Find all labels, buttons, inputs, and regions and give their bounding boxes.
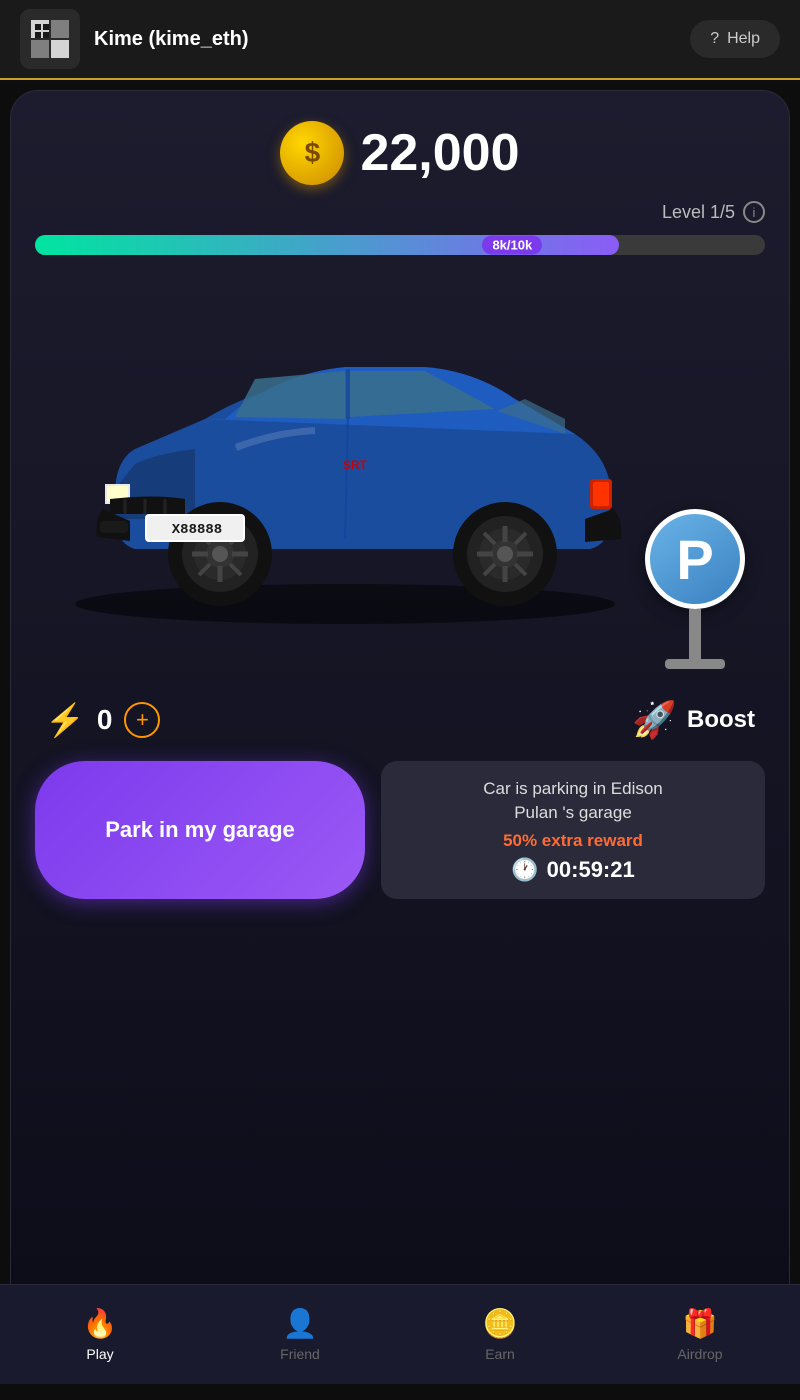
energy-section: ⚡ 0 + xyxy=(45,701,160,739)
lightning-icon: ⚡ xyxy=(45,701,85,739)
nav-item-airdrop[interactable]: 🎁 Airdrop xyxy=(600,1285,800,1384)
nav-item-friend[interactable]: 👤 Friend xyxy=(200,1285,400,1384)
help-button[interactable]: ? Help xyxy=(690,20,780,58)
help-icon: ? xyxy=(710,30,719,48)
bottom-nav: 🔥 Play 👤 Friend 🪙 Earn 🎁 Airdrop xyxy=(0,1284,800,1384)
controls-row: ⚡ 0 + 🚀 Boost xyxy=(35,699,765,741)
top-bar: Kime (kime_eth) ? Help xyxy=(0,0,800,80)
progress-bar-bg: 8k/10k xyxy=(35,235,765,255)
progress-container: 8k/10k xyxy=(35,235,765,255)
level-info-icon[interactable]: i xyxy=(743,201,765,223)
airdrop-icon: 🎁 xyxy=(683,1307,718,1340)
parking-info-box: Car is parking in Edison Pulan 's garage… xyxy=(381,761,765,899)
svg-text:SRT: SRT xyxy=(343,458,368,472)
progress-bar-fill: 8k/10k xyxy=(35,235,619,255)
extra-reward-text: 50% extra reward xyxy=(503,831,643,851)
level-text: Level 1/5 xyxy=(662,202,735,223)
friend-icon: 👤 xyxy=(283,1307,318,1340)
action-row: Park in my garage Car is parking in Edis… xyxy=(35,761,765,899)
add-energy-button[interactable]: + xyxy=(124,702,160,738)
parking-sign: P xyxy=(645,509,745,669)
top-bar-left: Kime (kime_eth) xyxy=(20,9,249,69)
currency-row: $ 22,000 xyxy=(35,121,765,185)
coin-symbol: $ xyxy=(305,137,321,169)
earn-icon: 🪙 xyxy=(483,1307,518,1340)
car-area: X88888 SRT P xyxy=(35,279,765,699)
level-row: Level 1/5 i xyxy=(35,201,765,223)
parking-info-text: Car is parking in Edison Pulan 's garage xyxy=(483,777,663,825)
help-label: Help xyxy=(727,30,760,48)
energy-count: 0 xyxy=(97,704,113,736)
nav-label-friend: Friend xyxy=(280,1346,320,1362)
play-icon: 🔥 xyxy=(83,1307,118,1340)
park-garage-button[interactable]: Park in my garage xyxy=(35,761,365,899)
parking-pole xyxy=(689,609,701,659)
timer-row: 🕐 00:59:21 xyxy=(511,857,634,883)
parking-circle-icon: P xyxy=(645,509,745,609)
add-icon: + xyxy=(136,707,149,733)
app-logo xyxy=(20,9,80,69)
boost-rocket-icon: 🚀 xyxy=(632,699,677,741)
timer-value: 00:59:21 xyxy=(547,857,635,883)
car-svg: X88888 SRT xyxy=(35,289,655,629)
nav-label-airdrop: Airdrop xyxy=(677,1346,722,1362)
username-label: Kime (kime_eth) xyxy=(94,28,249,51)
nav-item-play[interactable]: 🔥 Play xyxy=(0,1285,200,1384)
nav-label-play: Play xyxy=(86,1346,113,1362)
currency-amount: 22,000 xyxy=(360,123,519,183)
parking-base xyxy=(665,659,725,669)
clock-icon: 🕐 xyxy=(511,857,538,883)
boost-button[interactable]: 🚀 Boost xyxy=(632,699,755,741)
svg-text:X88888: X88888 xyxy=(172,522,222,538)
nav-item-earn[interactable]: 🪙 Earn xyxy=(400,1285,600,1384)
progress-label: 8k/10k xyxy=(482,236,542,255)
nav-label-earn: Earn xyxy=(485,1346,515,1362)
main-content: $ 22,000 Level 1/5 i 8k/10k xyxy=(10,90,790,1290)
coin-icon: $ xyxy=(280,121,344,185)
boost-label: Boost xyxy=(687,706,755,734)
